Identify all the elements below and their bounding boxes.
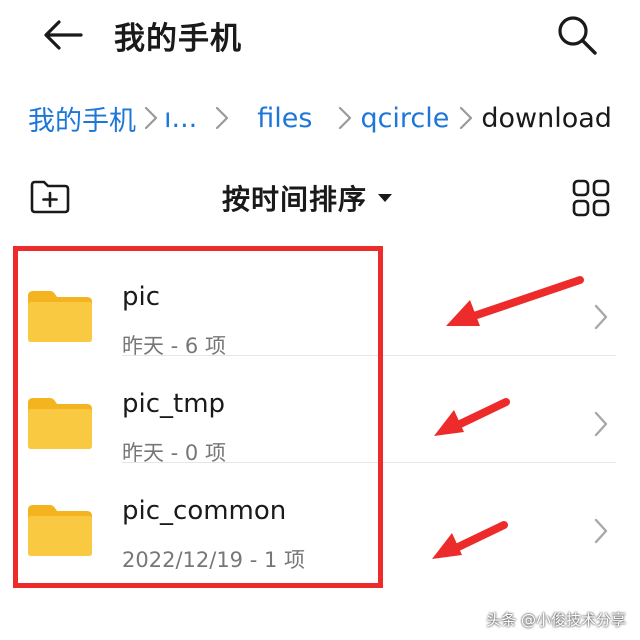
toolbar: 按时间排序 — [0, 170, 640, 226]
search-icon — [558, 16, 597, 55]
chevron-right-icon — [590, 409, 612, 439]
sort-label: 按时间排序 — [222, 183, 368, 216]
chevron-right-icon — [590, 516, 612, 546]
chevron-right-icon — [590, 302, 612, 332]
new-folder-icon — [30, 180, 70, 214]
list-item[interactable]: pic 昨天 - 6 项 — [0, 250, 640, 358]
sort-dropdown[interactable]: 按时间排序 — [222, 176, 393, 220]
breadcrumb: 我的手机 ı... files qcircle download — [28, 96, 628, 140]
breadcrumb-item-qcircle[interactable]: qcircle — [360, 103, 449, 134]
chevron-right-icon — [215, 106, 229, 130]
folder-name: pic_common — [122, 496, 287, 526]
grid-view-icon — [572, 179, 610, 217]
chevron-right-icon — [144, 106, 158, 130]
list-item[interactable]: pic_common 2022/12/19 - 1 项 — [0, 464, 640, 572]
folder-name: pic_tmp — [122, 389, 226, 419]
breadcrumb-item-download: download — [481, 102, 612, 134]
chevron-right-icon — [338, 106, 352, 130]
divider — [122, 355, 616, 356]
watermark: 头条 @小俊技术分享 — [486, 611, 626, 629]
back-button[interactable] — [36, 12, 90, 58]
breadcrumb-item-my-phone[interactable]: 我的手机 — [28, 99, 136, 138]
back-arrow-icon — [44, 20, 83, 50]
list-item[interactable]: pic_tmp 昨天 - 0 项 — [0, 357, 640, 465]
breadcrumb-item-files[interactable]: files — [257, 103, 312, 134]
folder-icon — [28, 505, 92, 556]
grid-view-button[interactable] — [566, 174, 616, 222]
folder-meta: 2022/12/19 - 1 项 — [122, 548, 306, 572]
search-button[interactable] — [550, 10, 604, 60]
new-folder-button[interactable] — [26, 174, 74, 220]
folder-icon — [28, 291, 92, 342]
page-title: 我的手机 — [114, 21, 242, 57]
caret-down-icon — [377, 192, 393, 204]
folder-name: pic — [122, 282, 161, 312]
chevron-right-icon — [459, 106, 473, 130]
folder-icon — [28, 398, 92, 449]
divider — [122, 462, 616, 463]
breadcrumb-item-truncated[interactable]: ı... — [164, 103, 197, 134]
app-header: 我的手机 — [0, 0, 640, 72]
